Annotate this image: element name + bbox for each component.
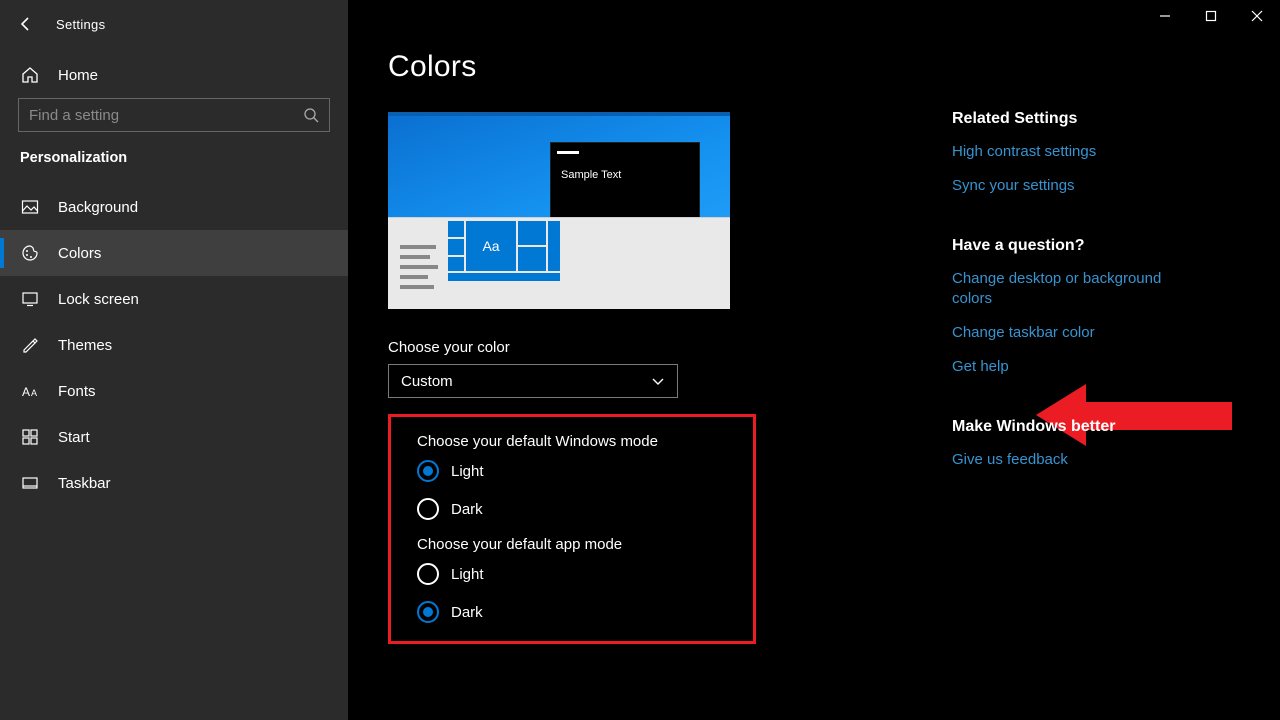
radio-label: Light	[451, 463, 484, 480]
sidebar-item-label: Colors	[58, 245, 101, 262]
app-mode-dark[interactable]: Dark	[417, 601, 727, 623]
windows-mode-light[interactable]: Light	[417, 460, 727, 482]
search-wrap	[0, 98, 348, 150]
link-change-desktop-colors[interactable]: Change desktop or background colors	[952, 269, 1202, 310]
category-title: Personalization	[0, 150, 348, 184]
link-sync-settings[interactable]: Sync your settings	[952, 176, 1202, 196]
preview-tile-text: Aa	[466, 221, 516, 271]
choose-color-label: Choose your color	[388, 339, 968, 356]
home-button[interactable]: Home	[0, 52, 348, 98]
related-settings-block: Related Settings High contrast settings …	[952, 110, 1202, 197]
link-get-help[interactable]: Get help	[952, 357, 1202, 377]
sidebar-item-label: Fonts	[58, 383, 96, 400]
radio-icon	[417, 498, 439, 520]
link-change-taskbar-color[interactable]: Change taskbar color	[952, 323, 1202, 343]
preview-window-text: Sample Text	[551, 161, 699, 189]
sidebar-header: Settings	[0, 12, 348, 52]
arrow-left-icon	[18, 16, 34, 32]
question-heading: Have a question?	[952, 237, 1202, 255]
sidebar-item-themes[interactable]: Themes	[0, 322, 348, 368]
back-button[interactable]	[18, 16, 34, 32]
radio-label: Light	[451, 566, 484, 583]
picture-icon	[20, 197, 40, 217]
windows-mode-dark[interactable]: Dark	[417, 498, 727, 520]
app-title: Settings	[56, 17, 105, 32]
choose-color-value: Custom	[401, 373, 453, 390]
radio-label: Dark	[451, 604, 483, 621]
choose-color-select[interactable]: Custom	[388, 364, 678, 398]
sidebar-item-start[interactable]: Start	[0, 414, 348, 460]
sidebar-item-label: Themes	[58, 337, 112, 354]
sidebar-item-lock-screen[interactable]: Lock screen	[0, 276, 348, 322]
svg-text:A: A	[31, 388, 37, 398]
taskbar-icon	[20, 473, 40, 493]
window-controls	[1142, 0, 1280, 32]
windows-mode-label: Choose your default Windows mode	[417, 433, 727, 450]
lock-screen-icon	[20, 289, 40, 309]
sidebar-item-fonts[interactable]: AA Fonts	[0, 368, 348, 414]
radio-label: Dark	[451, 501, 483, 518]
related-heading: Related Settings	[952, 110, 1202, 128]
radio-icon	[417, 460, 439, 482]
search-input[interactable]	[29, 107, 289, 124]
sidebar-item-label: Lock screen	[58, 291, 139, 308]
home-icon	[20, 65, 40, 85]
fonts-icon: AA	[20, 381, 40, 401]
minimize-button[interactable]	[1142, 0, 1188, 32]
sidebar: Settings Home Personalization Background…	[0, 0, 348, 720]
page-title: Colors	[388, 50, 968, 84]
sidebar-item-background[interactable]: Background	[0, 184, 348, 230]
sidebar-item-taskbar[interactable]: Taskbar	[0, 460, 348, 506]
radio-icon	[417, 563, 439, 585]
sidebar-item-label: Background	[58, 199, 138, 216]
highlighted-section: Choose your default Windows mode Light D…	[388, 414, 756, 644]
radio-icon	[417, 601, 439, 623]
start-icon	[20, 427, 40, 447]
maximize-button[interactable]	[1188, 0, 1234, 32]
sidebar-item-label: Start	[58, 429, 90, 446]
link-give-feedback[interactable]: Give us feedback	[952, 450, 1202, 470]
app-mode-label: Choose your default app mode	[417, 536, 727, 553]
svg-text:A: A	[22, 385, 30, 399]
side-column: Related Settings High contrast settings …	[952, 110, 1202, 510]
search-box[interactable]	[18, 98, 330, 132]
sidebar-item-colors[interactable]: Colors	[0, 230, 348, 276]
better-heading: Make Windows better	[952, 418, 1202, 436]
themes-icon	[20, 335, 40, 355]
chevron-down-icon	[651, 374, 665, 388]
close-button[interactable]	[1234, 0, 1280, 32]
sidebar-item-label: Taskbar	[58, 475, 111, 492]
palette-icon	[20, 243, 40, 263]
link-high-contrast[interactable]: High contrast settings	[952, 142, 1202, 162]
content-column: Colors Sample Text Aa Choose your color …	[388, 50, 968, 720]
color-preview: Sample Text Aa	[388, 112, 730, 309]
home-label: Home	[58, 67, 98, 84]
search-icon	[303, 107, 319, 123]
main-content: Colors Sample Text Aa Choose your color …	[348, 0, 1280, 720]
better-block: Make Windows better Give us feedback	[952, 418, 1202, 470]
app-mode-light[interactable]: Light	[417, 563, 727, 585]
question-block: Have a question? Change desktop or backg…	[952, 237, 1202, 378]
